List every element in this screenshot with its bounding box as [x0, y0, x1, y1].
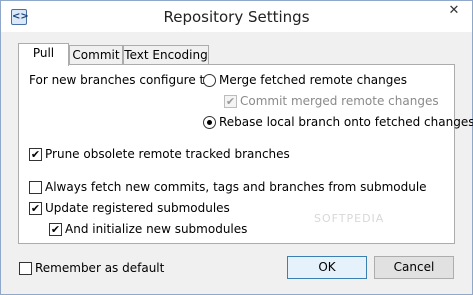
- repository-settings-dialog: <> Repository Settings ✕ Pull Commit Tex…: [0, 0, 473, 295]
- cancel-button[interactable]: Cancel: [374, 256, 454, 279]
- remember-default-checkbox[interactable]: [19, 262, 32, 275]
- softpedia-watermark: SOFTPEDIA: [314, 212, 385, 225]
- title-bar[interactable]: <> Repository Settings ✕: [1, 1, 472, 32]
- branch-config-label: For new branches configure to:: [29, 73, 216, 87]
- pull-settings-panel: For new branches configure to: Merge fet…: [18, 64, 473, 244]
- tab-pull[interactable]: Pull: [18, 43, 69, 66]
- window-title: Repository Settings: [163, 8, 310, 26]
- merge-remote-radio[interactable]: [203, 74, 216, 87]
- rebase-local-radio[interactable]: [203, 116, 216, 129]
- tab-commit[interactable]: Commit: [69, 45, 123, 65]
- always-fetch-checkbox[interactable]: [29, 181, 42, 194]
- close-icon[interactable]: ✕: [437, 1, 471, 21]
- init-submodules-label: And initialize new submodules: [65, 222, 248, 236]
- rebase-local-label: Rebase local branch onto fetched changes: [219, 115, 473, 129]
- commit-merged-label: Commit merged remote changes: [240, 94, 439, 108]
- merge-remote-label: Merge fetched remote changes: [219, 73, 408, 87]
- init-submodules-checkbox[interactable]: ✔: [49, 223, 62, 236]
- tab-text-encoding[interactable]: Text Encoding: [123, 45, 209, 65]
- always-fetch-label: Always fetch new commits, tags and branc…: [45, 180, 427, 194]
- update-submodules-label: Update registered submodules: [45, 201, 230, 215]
- remember-default-label: Remember as default: [35, 261, 165, 275]
- prune-label: Prune obsolete remote tracked branches: [45, 147, 290, 161]
- radio-selected-dot: [207, 120, 212, 125]
- prune-checkbox[interactable]: ✔: [29, 148, 42, 161]
- update-submodules-checkbox[interactable]: ✔: [29, 202, 42, 215]
- commit-merged-checkbox: ✔: [224, 95, 237, 108]
- ok-button[interactable]: OK: [287, 256, 367, 279]
